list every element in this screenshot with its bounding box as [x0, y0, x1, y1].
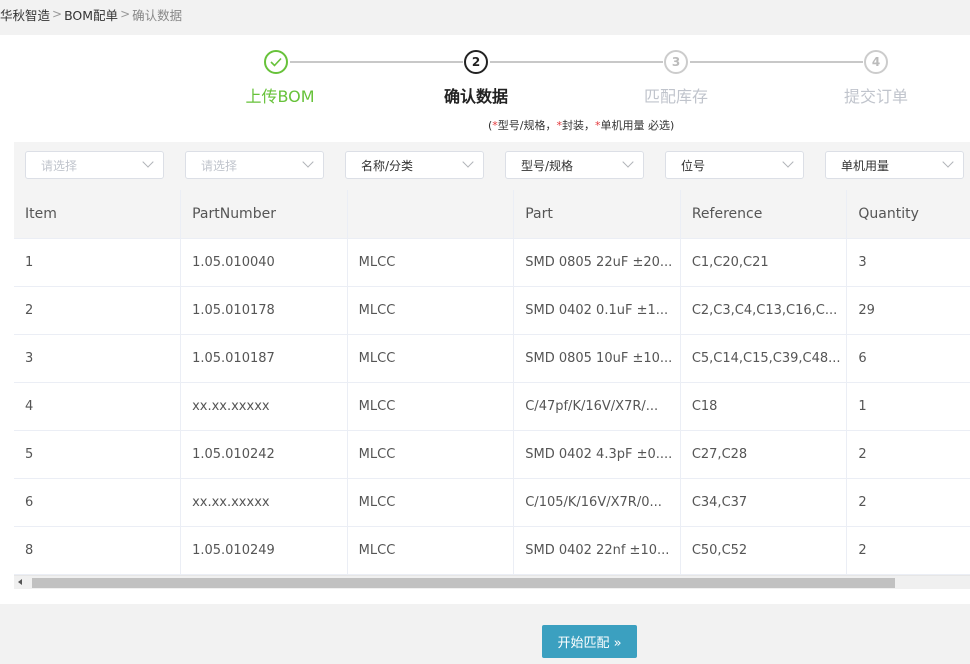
required-fields-hint: (*型号/规格，*封装，*单机用量 必选): [488, 119, 675, 132]
breadcrumb-current: 确认数据: [132, 7, 183, 23]
scrollbar-thumb[interactable]: [32, 578, 895, 588]
cell-partnumber: 1.05.010187: [180, 334, 348, 383]
cell-item: 5: [14, 430, 182, 479]
header-partnumber: PartNumber: [180, 190, 348, 239]
column-select-category[interactable]: 名称/分类: [345, 151, 484, 179]
cell-item: 8: [14, 526, 182, 575]
cell-category: MLCC: [347, 382, 515, 431]
steps: 2 3 4 上传BOM 确认数据 匹配库存 提交订单: [0, 35, 970, 135]
breadcrumb-bom[interactable]: BOM配单: [64, 5, 118, 24]
content-card: 2 3 4 上传BOM 确认数据 匹配库存 提交订单 (*型号/规格，*封装，*…: [0, 35, 970, 604]
step-2-title: 确认数据: [443, 87, 509, 106]
cell-item: 1: [14, 238, 182, 287]
cell-part: SMD 0402 0.1uF ±1...: [513, 286, 681, 335]
table-row: 8 1.05.010249 MLCC SMD 0402 22nf ±10... C50,…: [14, 526, 970, 575]
column-mapping-row: 请选择 请选择 名称/分类 型号/规格 位号 单机用量: [14, 142, 970, 190]
cell-quantity: 1: [846, 382, 970, 431]
cell-item: 2: [14, 286, 182, 335]
step-3-circle: 3: [664, 50, 688, 74]
cell-category: MLCC: [347, 526, 515, 575]
chevron-down-icon: [782, 156, 794, 168]
cell-item: 3: [14, 334, 182, 383]
bom-table-wrapper: Item PartNumber Part Reference Quantity …: [14, 190, 970, 575]
cell-item: 6: [14, 478, 182, 527]
cell-reference: C1,C20,C21: [680, 238, 848, 287]
breadcrumb-separator: >: [120, 7, 131, 21]
cell-reference: C18: [680, 382, 848, 431]
cell-quantity: 2: [846, 478, 970, 527]
bom-table: Item PartNumber Part Reference Quantity …: [14, 190, 970, 575]
breadcrumb: 华秋智造 > BOM配单 > 确认数据: [0, 5, 182, 23]
step-connector: [690, 61, 863, 63]
step-4-title: 提交订单: [843, 87, 909, 106]
cell-partnumber: 1.05.010242: [180, 430, 348, 479]
cell-reference: C27,C28: [680, 430, 848, 479]
header-reference: Reference: [680, 190, 848, 239]
cell-category: MLCC: [347, 430, 515, 479]
column-select-item[interactable]: 请选择: [25, 151, 164, 179]
table-row: 3 1.05.010187 MLCC SMD 0805 10uF ±10... C5,C…: [14, 334, 970, 383]
header-item: Item: [14, 190, 182, 239]
cell-quantity: 29: [846, 286, 970, 335]
cell-reference: C34,C37: [680, 478, 848, 527]
cell-part: SMD 0805 10uF ±10...: [513, 334, 681, 383]
step-2-circle: 2: [464, 50, 488, 74]
table-header-row: Item PartNumber Part Reference Quantity: [14, 190, 970, 239]
header-quantity: Quantity: [846, 190, 970, 239]
header-part: Part: [513, 190, 681, 239]
cell-reference: C50,C52: [680, 526, 848, 575]
start-match-button[interactable]: 开始匹配 »: [542, 625, 637, 658]
table-row: 5 1.05.010242 MLCC SMD 0402 4.3pF ±0.... C27…: [14, 430, 970, 479]
step-1-circle: [264, 50, 288, 74]
chevron-down-icon: [622, 156, 634, 168]
cell-part: C/105/K/16V/X7R/0...: [513, 478, 681, 527]
column-select-part[interactable]: 型号/规格: [505, 151, 644, 179]
cell-item: 4: [14, 382, 182, 431]
breadcrumb-separator: >: [52, 7, 63, 21]
step-1-title: 上传BOM: [245, 87, 315, 106]
chevron-down-icon: [942, 156, 954, 168]
cell-quantity: 2: [846, 430, 970, 479]
cell-part: SMD 0402 22nf ±10...: [513, 526, 681, 575]
cell-reference: C5,C14,C15,C39,C48...: [680, 334, 848, 383]
cell-partnumber: 1.05.010249: [180, 526, 348, 575]
scroll-left-arrow-icon[interactable]: [18, 579, 22, 585]
step-connector: [490, 61, 663, 63]
cell-partnumber: xx.xx.xxxxx: [180, 382, 348, 431]
header-category: [347, 190, 515, 239]
cell-category: MLCC: [347, 238, 515, 287]
chevron-down-icon: [462, 156, 474, 168]
cell-category: MLCC: [347, 286, 515, 335]
chevron-down-icon: [302, 156, 314, 168]
cell-part: SMD 0402 4.3pF ±0....: [513, 430, 681, 479]
cell-category: MLCC: [347, 334, 515, 383]
horizontal-scrollbar[interactable]: [14, 575, 970, 589]
column-select-quantity[interactable]: 单机用量: [825, 151, 964, 179]
cell-part: SMD 0805 22uF ±20...: [513, 238, 681, 287]
check-icon: [270, 57, 282, 67]
column-select-reference[interactable]: 位号: [665, 151, 804, 179]
cell-part: C/47pf/K/16V/X7R/...: [513, 382, 681, 431]
table-row: 4 xx.xx.xxxxx MLCC C/47pf/K/16V/X7R/... C18 1: [14, 382, 970, 431]
table-row: 1 1.05.010040 MLCC SMD 0805 22uF ±20... C1,C…: [14, 238, 970, 287]
table-row: 2 1.05.010178 MLCC SMD 0402 0.1uF ±1... C2,C…: [14, 286, 970, 335]
cell-partnumber: xx.xx.xxxxx: [180, 478, 348, 527]
step-3-title: 匹配库存: [643, 87, 709, 106]
table-row: 6 xx.xx.xxxxx MLCC C/105/K/16V/X7R/0... C34,…: [14, 478, 970, 527]
cell-quantity: 3: [846, 238, 970, 287]
step-connector: [290, 61, 463, 63]
cell-category: MLCC: [347, 478, 515, 527]
cell-quantity: 6: [846, 334, 970, 383]
column-select-partnumber[interactable]: 请选择: [185, 151, 324, 179]
cell-partnumber: 1.05.010178: [180, 286, 348, 335]
cell-partnumber: 1.05.010040: [180, 238, 348, 287]
chevron-down-icon: [142, 156, 154, 168]
cell-quantity: 2: [846, 526, 970, 575]
step-4-circle: 4: [864, 50, 888, 74]
breadcrumb-home[interactable]: 华秋智造: [0, 5, 50, 24]
cell-reference: C2,C3,C4,C13,C16,C...: [680, 286, 848, 335]
